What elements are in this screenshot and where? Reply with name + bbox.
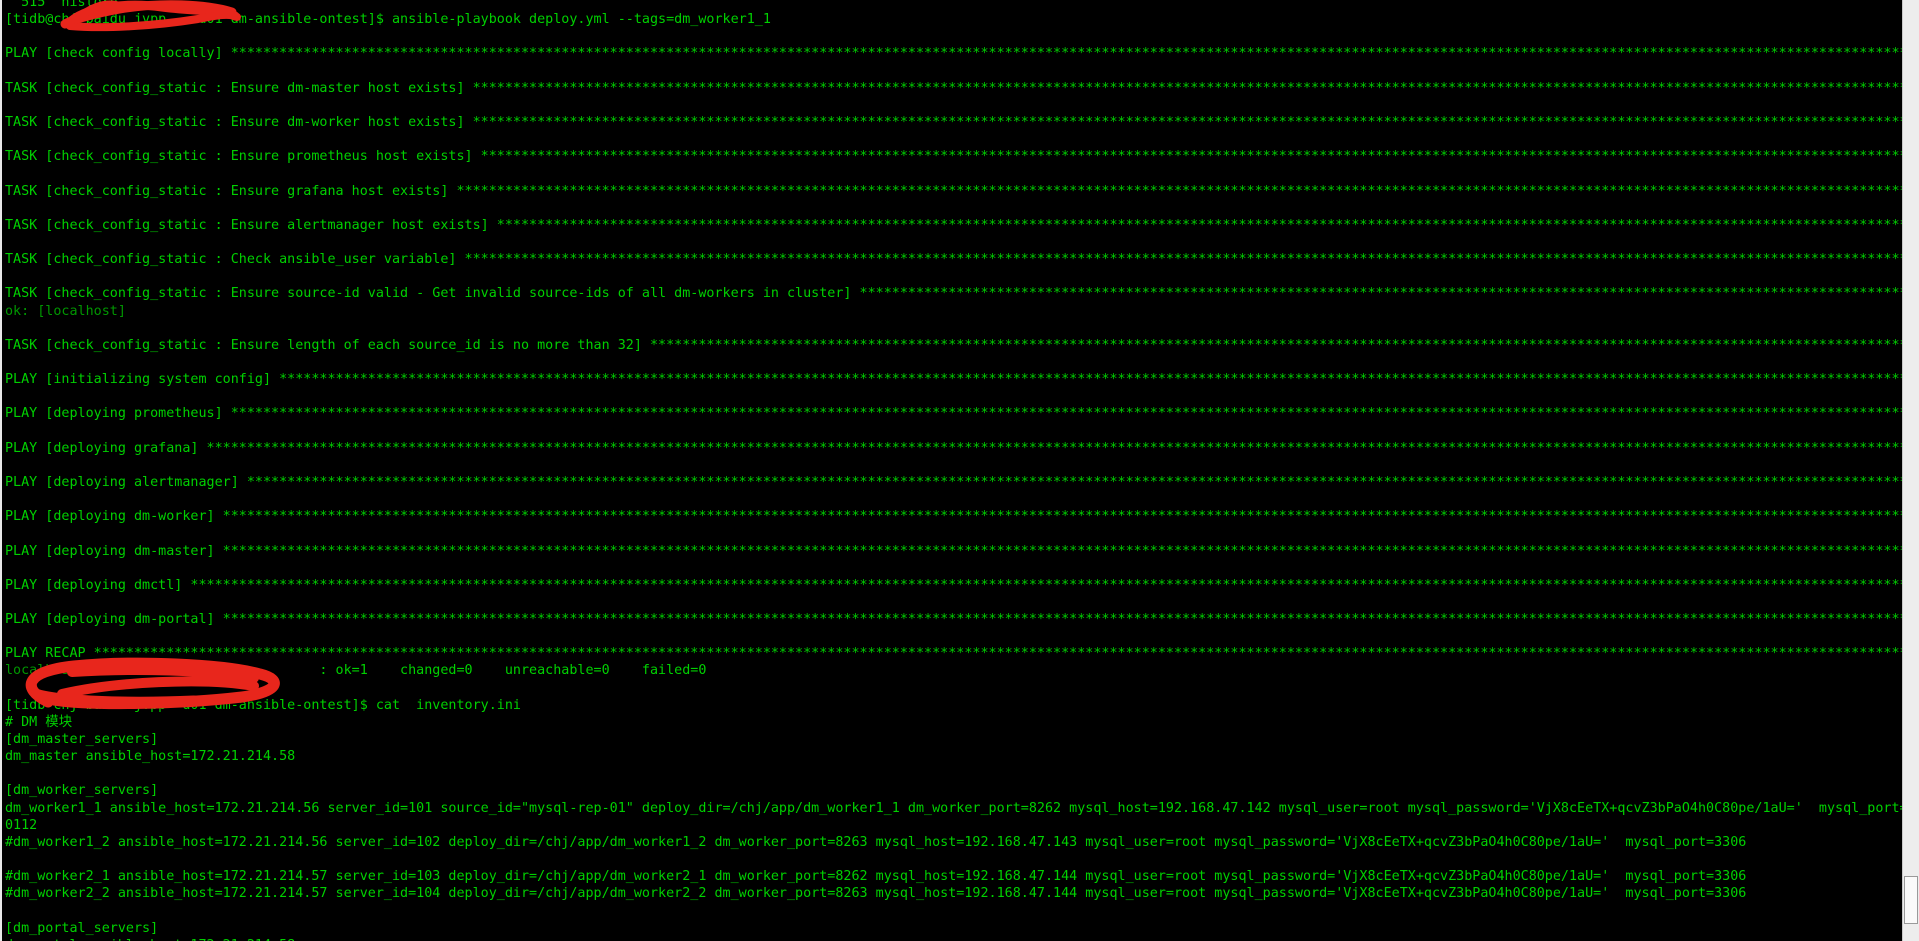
- terminal-line: #dm_worker2_1 ansible_host=172.21.214.57…: [5, 869, 1747, 885]
- terminal-line: PLAY RECAP *****************************…: [5, 646, 1916, 662]
- inventory-section: [dm_worker_servers]: [5, 783, 159, 799]
- terminal-line: TASK [check_config_static : Ensure sourc…: [5, 286, 1916, 302]
- terminal-line: #dm_worker1_2 ansible_host=172.21.214.56…: [5, 834, 1747, 850]
- inventory-comment: # DM 模块: [5, 714, 73, 730]
- history-partial-line: 515 history: [5, 0, 118, 10]
- terminal-window: 515 history [tidb@chj baidu jvpp d01 dm-a…: [0, 0, 1919, 941]
- terminal-text-segment: [tid: [5, 697, 38, 713]
- ansible-ok-line: ok: [localhost]: [5, 303, 126, 319]
- terminal-line: TASK [check_config_static : Ensure alert…: [5, 217, 1916, 233]
- terminal-line: TASK [check_config_static : Ensure grafa…: [5, 183, 1916, 199]
- terminal-line: PLAY [deploying dm-worker] *************…: [5, 509, 1916, 525]
- terminal-line: 0112: [5, 817, 38, 833]
- terminal-line: dm_portal ansible_host=172.21.214.58: [5, 937, 1901, 941]
- terminal-text-segment: localhost: [5, 663, 78, 679]
- redacted-host-text: j baidu jvpp d01: [69, 12, 231, 28]
- terminal-text-segment: : ok=1 changed=0 unreachable=0 failed=0: [77, 663, 707, 679]
- shell-prompt-line: [tidb chj baidu jvpp d01 dm-ansible-onte…: [5, 697, 1901, 714]
- scrollbar[interactable]: [1902, 0, 1919, 941]
- terminal-line: PLAY [deploying alertmanager] **********…: [5, 474, 1916, 490]
- terminal-line: PLAY [deploying prometheus] ************…: [5, 406, 1916, 422]
- play-recap-line: localhost : ok=1 changed=0 unreachable=0…: [5, 662, 1901, 679]
- inventory-section: [dm_portal_servers]: [5, 920, 159, 936]
- scrollbar-thumb[interactable]: [1904, 876, 1918, 924]
- terminal-line: PLAY [initializing system config] ******…: [5, 372, 1916, 388]
- terminal-line: TASK [check_config_static : Ensure prome…: [5, 149, 1916, 165]
- terminal-line: TASK [check_config_static : Ensure dm-wo…: [5, 114, 1916, 130]
- terminal-screen[interactable]: 515 history [tidb@chj baidu jvpp d01 dm-a…: [5, 0, 1916, 941]
- terminal-text-segment: dm-ansible-ontest]$ cat inventory.ini: [214, 697, 521, 713]
- terminal-line: #dm_worker2_2 ansible_host=172.21.214.57…: [5, 886, 1747, 902]
- terminal-text-segment: [tidb@ch: [5, 12, 70, 28]
- inventory-section: [dm_master_servers]: [5, 732, 159, 748]
- terminal-line: PLAY [deploying grafana] ***************…: [5, 440, 1916, 456]
- terminal-line: TASK [check_config_static : Ensure dm-ma…: [5, 80, 1916, 96]
- terminal-line: TASK [check_config_static : Check ansibl…: [5, 252, 1916, 268]
- terminal-line: dm_worker1_1 ansible_host=172.21.214.56 …: [5, 800, 1916, 816]
- terminal-line: PLAY [check config locally] ************…: [5, 46, 1916, 62]
- terminal-line: TASK [check_config_static : Ensure lengt…: [5, 337, 1916, 353]
- shell-prompt-line: [tidb@chj baidu jvpp d01 dm-ansible-onte…: [5, 11, 1901, 28]
- terminal-text-segment: dm-ansible-ontest]$ ansible-playbook dep…: [230, 12, 771, 28]
- terminal-line: PLAY [deploying dm-portal] *************…: [5, 612, 1916, 628]
- terminal-line: dm_master ansible_host=172.21.214.58: [5, 749, 296, 765]
- redacted-host-text: b chj baidu jvpp d01: [37, 697, 215, 713]
- terminal-line: PLAY [deploying dmctl] *****************…: [5, 577, 1916, 593]
- terminal-line: PLAY [deploying dm-master] *************…: [5, 543, 1916, 559]
